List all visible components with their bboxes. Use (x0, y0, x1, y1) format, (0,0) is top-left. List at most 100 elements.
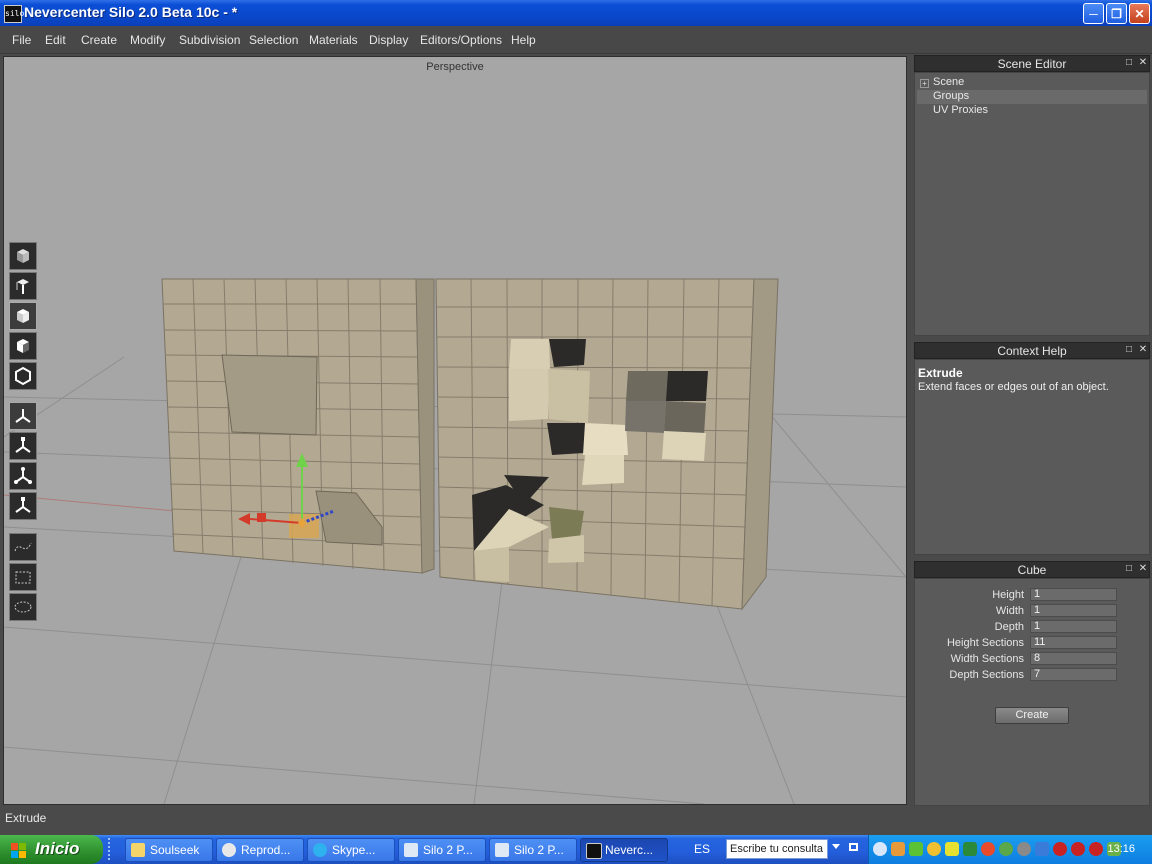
curve-select-tool[interactable] (9, 533, 37, 561)
rectangle-select-tool[interactable] (9, 563, 37, 591)
rectangle-select-icon (15, 571, 31, 584)
tray-alert-icon[interactable] (1053, 842, 1067, 856)
perspective-viewport[interactable]: Perspective (3, 56, 907, 805)
width-sections-label: Width Sections (950, 653, 1024, 665)
app-logo-icon: silo (4, 5, 24, 23)
tray-app-icon[interactable] (981, 842, 995, 856)
tray-expand-icon[interactable] (873, 842, 887, 856)
tray-app-icon[interactable] (1017, 842, 1031, 856)
move-axes-icon (15, 437, 31, 453)
depth-sections-row: Depth Sections 7 (915, 668, 1149, 683)
maximize-button[interactable]: ❐ (1106, 3, 1127, 24)
selected-face[interactable] (289, 514, 319, 538)
right-cube-mesh[interactable] (435, 278, 779, 611)
close-button[interactable]: ✕ (1129, 3, 1150, 24)
tray-app-icon[interactable] (963, 842, 977, 856)
task-silo-p-1[interactable]: Silo 2 P... (398, 838, 486, 862)
object-mode-tool[interactable] (9, 332, 37, 360)
task-nevercenter[interactable]: Neverc... (580, 838, 668, 862)
close-icon: ✕ (1134, 7, 1145, 21)
scene-editor-header: Scene Editor □ ✕ (914, 55, 1150, 72)
tray-network-icon[interactable] (1035, 842, 1049, 856)
expand-icon[interactable]: + (920, 79, 929, 88)
menu-help[interactable]: Help (511, 33, 536, 47)
edge-mode-tool[interactable] (9, 272, 37, 300)
lasso-select-tool[interactable] (9, 593, 37, 621)
title-bar: silo Nevercenter Silo 2.0 Beta 10c - * ─… (0, 0, 1152, 26)
language-indicator[interactable]: ES (694, 842, 710, 856)
task-soulseek[interactable]: Soulseek (125, 838, 213, 862)
skype-icon (313, 843, 327, 857)
rotate-tool[interactable] (9, 462, 37, 490)
create-button[interactable]: Create (995, 707, 1069, 724)
quicklaunch-handle[interactable] (108, 838, 122, 860)
panel-maximize-icon[interactable]: □ (1124, 345, 1134, 355)
search-input[interactable]: Escribe tu consulta (726, 839, 828, 859)
context-help-title: Context Help (997, 344, 1067, 358)
menu-display[interactable]: Display (369, 33, 408, 47)
tray-alert-icon[interactable] (1089, 842, 1103, 856)
task-reproductor[interactable]: Reprod... (216, 838, 304, 862)
tray-app-icon[interactable] (999, 842, 1013, 856)
tray-app-icon[interactable] (891, 842, 905, 856)
height-label: Height (992, 589, 1024, 601)
menu-file[interactable]: File (12, 33, 31, 47)
vertex-mode-icon (17, 249, 29, 263)
help-heading: Extrude (918, 366, 963, 380)
tree-item-scene[interactable]: + Scene (917, 76, 1147, 90)
menu-modify[interactable]: Modify (130, 33, 165, 47)
tray-app-icon[interactable] (945, 842, 959, 856)
hull-mode-tool[interactable] (9, 362, 37, 390)
panel-close-icon[interactable]: ✕ (1138, 345, 1148, 355)
document-icon (495, 843, 509, 857)
menu-subdivision[interactable]: Subdivision (179, 33, 240, 47)
panel-maximize-icon[interactable]: □ (1124, 564, 1134, 574)
curve-icon (14, 542, 32, 552)
height-field[interactable]: 1 (1030, 588, 1117, 601)
move-tool[interactable] (9, 432, 37, 460)
vertex-mode-tool[interactable] (9, 242, 37, 270)
clock[interactable]: 13:16 (1107, 843, 1135, 855)
height-row: Height 1 (915, 588, 1149, 603)
menu-create[interactable]: Create (81, 33, 117, 47)
tray-sun-icon[interactable] (927, 842, 941, 856)
face-mode-tool[interactable] (9, 302, 37, 330)
silo-icon (586, 843, 602, 859)
show-desktop-icon[interactable] (849, 843, 858, 851)
task-silo-p-2[interactable]: Silo 2 P... (489, 838, 577, 862)
height-sections-label: Height Sections (946, 637, 1024, 649)
menu-materials[interactable]: Materials (309, 33, 358, 47)
cube-panel-header: Cube □ ✕ (914, 561, 1150, 578)
tree-item-uv-proxies[interactable]: UV Proxies (917, 104, 1147, 118)
menu-selection[interactable]: Selection (249, 33, 298, 47)
menu-edit[interactable]: Edit (45, 33, 66, 47)
height-sections-field[interactable]: 11 (1030, 636, 1117, 649)
left-cube-mesh[interactable] (161, 278, 435, 574)
hull-mode-icon (15, 366, 31, 386)
scale-tool[interactable] (9, 492, 37, 520)
scene-editor-panel: + Scene Groups UV Proxies (914, 72, 1150, 336)
tree-item-groups[interactable]: Groups (917, 90, 1147, 104)
width-row: Width 1 (915, 604, 1149, 619)
panel-close-icon[interactable]: ✕ (1138, 58, 1148, 68)
start-button[interactable]: Inicio (0, 835, 103, 864)
scene-render[interactable] (4, 57, 906, 804)
panel-maximize-icon[interactable]: □ (1124, 58, 1134, 68)
depth-sections-field[interactable]: 7 (1030, 668, 1117, 681)
tray-check-icon[interactable] (909, 842, 923, 856)
minimize-button[interactable]: ─ (1083, 3, 1104, 24)
width-sections-field[interactable]: 8 (1030, 652, 1117, 665)
select-tool[interactable] (9, 402, 37, 430)
search-dropdown-icon[interactable] (832, 844, 840, 849)
select-axes-icon (15, 409, 31, 423)
tray-alert-icon[interactable] (1071, 842, 1085, 856)
panel-close-icon[interactable]: ✕ (1138, 564, 1148, 574)
viewport-label: Perspective (426, 61, 484, 73)
scene-editor-title: Scene Editor (997, 57, 1067, 71)
width-field[interactable]: 1 (1030, 604, 1117, 617)
scale-axes-icon (15, 497, 31, 513)
task-skype[interactable]: Skype... (307, 838, 395, 862)
menu-editors-options[interactable]: Editors/Options (420, 33, 502, 47)
width-label: Width (995, 605, 1024, 617)
depth-field[interactable]: 1 (1030, 620, 1117, 633)
